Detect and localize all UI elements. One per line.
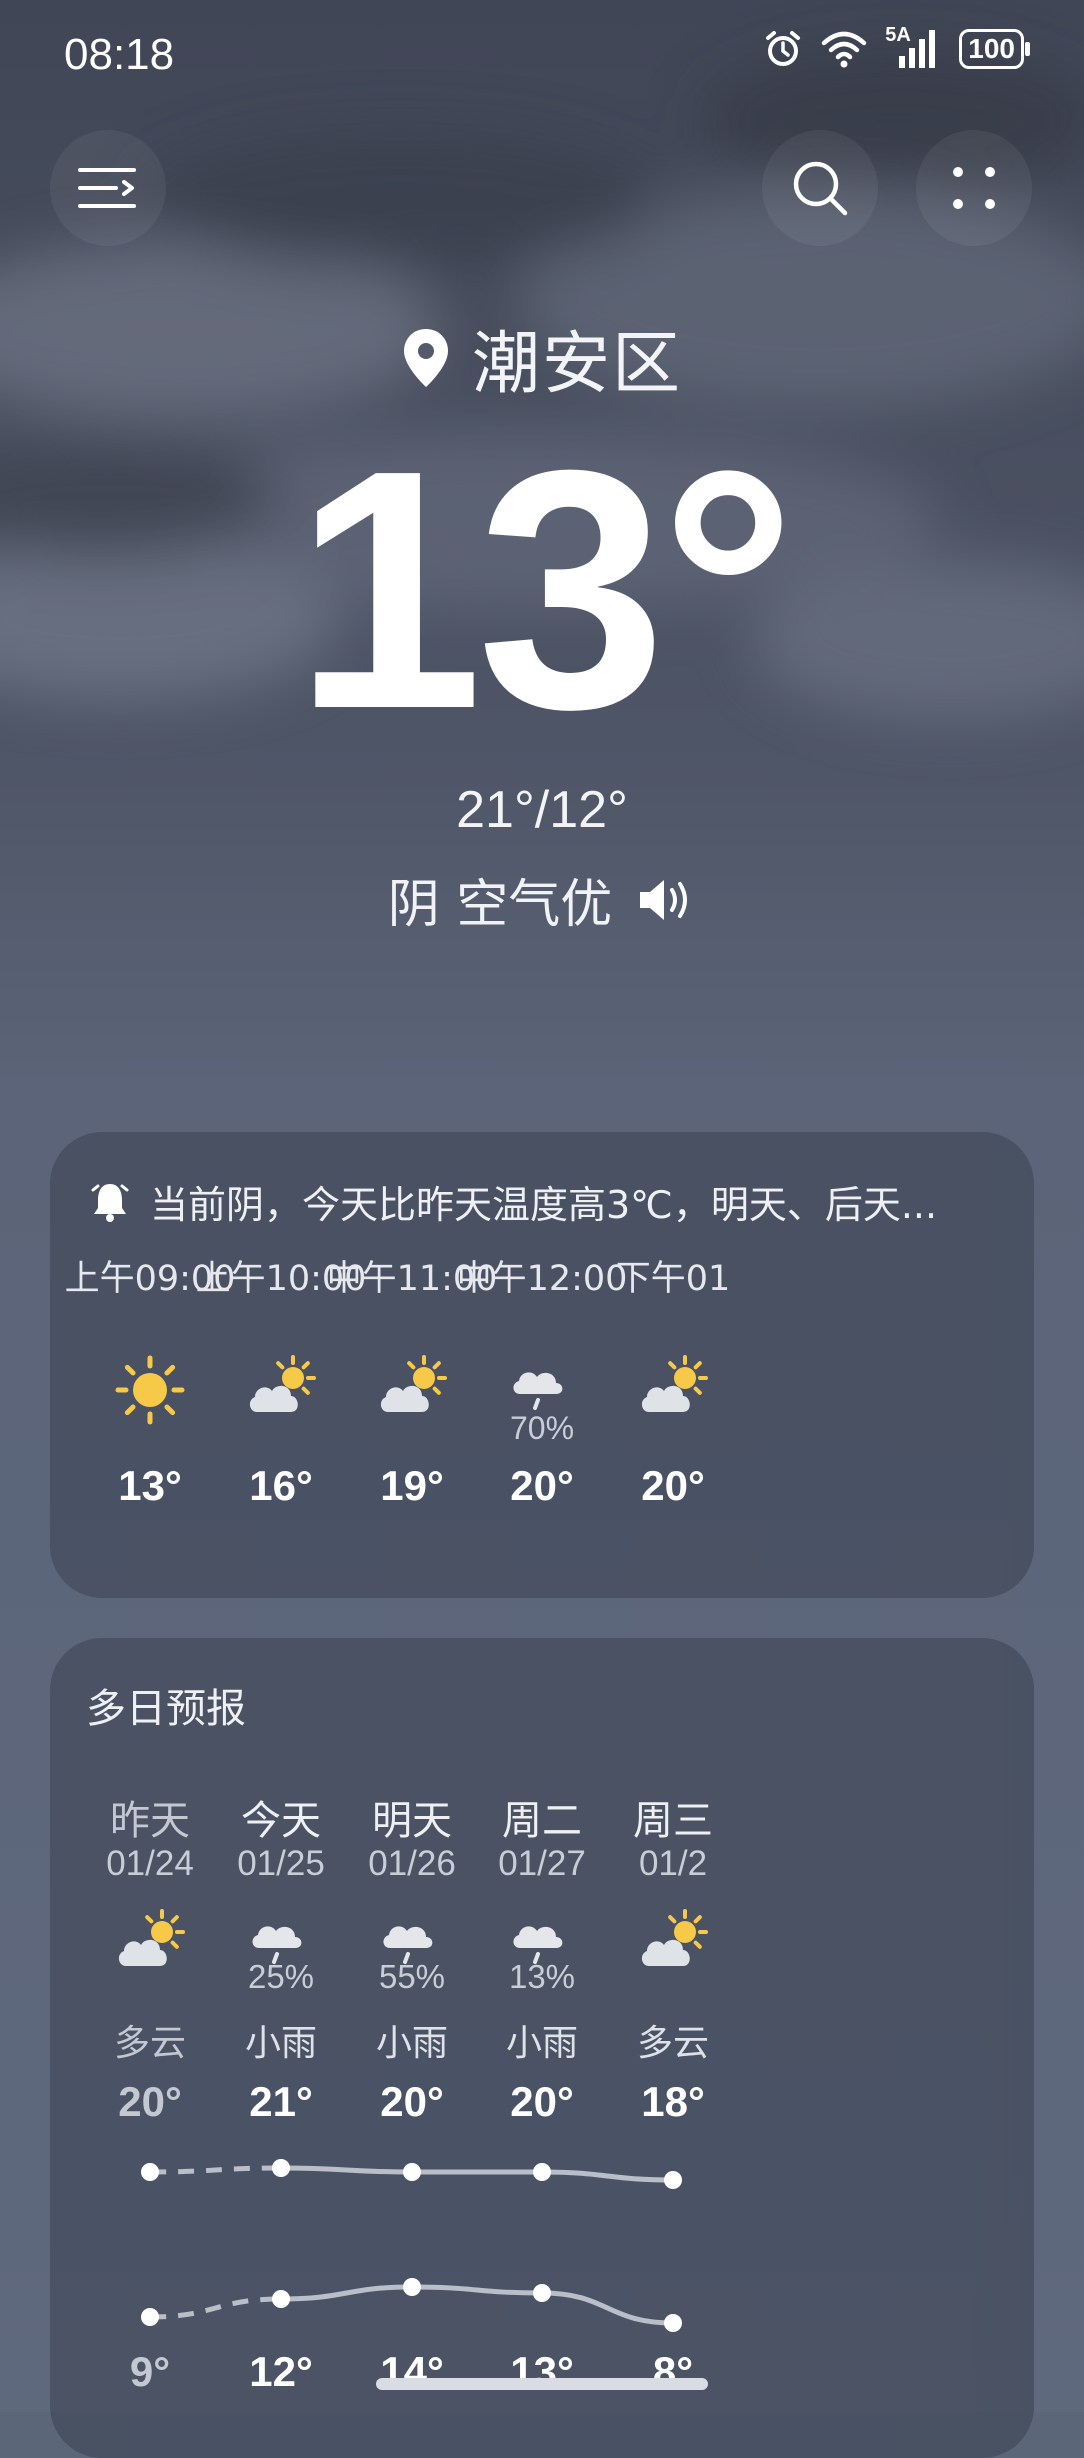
high-temp-segment: [149, 2165, 282, 2175]
condition-text: 阴 空气优: [387, 875, 613, 935]
menu-button[interactable]: [50, 130, 166, 246]
hour-time: 下午01: [615, 1259, 731, 1299]
high-temp-point: [533, 2163, 551, 2181]
low-temp-point: [403, 2278, 421, 2296]
menu-icon: [78, 168, 136, 208]
hour-precip-prob: 70%: [509, 1410, 575, 1446]
high-temp-point: [272, 2159, 290, 2177]
daily-list[interactable]: 昨天 01/24 多云 20° 9° 今天 01/25 25% 小雨 21° 12° 明天 01/26 5…: [50, 1788, 1034, 2458]
high-temp-segment: [541, 2169, 674, 2183]
partly-cloudy-icon: [641, 1355, 708, 1412]
partly-cloudy-icon: [380, 1355, 447, 1412]
search-button[interactable]: [762, 130, 878, 246]
status-bar: 08:18 5A 100: [0, 0, 1084, 110]
hour-icon-wrap: [241, 1350, 321, 1430]
current-temperature: 13°: [293, 400, 796, 780]
weather-alert[interactable]: 当前阴，今天比昨天温度高3℃，明天、后天...: [90, 1174, 1010, 1229]
four-dots-icon: [953, 167, 995, 209]
battery-indicator: 100: [959, 29, 1030, 69]
alarm-icon: [766, 31, 801, 66]
location-pin-icon: [403, 328, 448, 387]
temperature-range: 21°/12°: [456, 781, 628, 839]
low-temp-point: [533, 2284, 551, 2302]
hourly-list[interactable]: 上午09:00 13° 上午10:00 16° 中午11:00 19° 中午12:00 70%…: [50, 1250, 1034, 1590]
day-icon-wrap: [110, 1904, 190, 1984]
location-header[interactable]: 潮安区: [0, 308, 1084, 407]
day-icon-wrap: [633, 1904, 713, 1984]
low-temp-point: [141, 2308, 159, 2326]
partly-cloudy-icon: [641, 1909, 708, 1966]
low-temp-segment: [541, 2290, 674, 2326]
status-icons: 5A 100: [763, 24, 1030, 70]
day-precip-prob: 13%: [508, 1958, 576, 1995]
hour-icon-wrap: [633, 1350, 713, 1430]
temperature-trend-chart: [141, 2159, 682, 2332]
speaker-icon[interactable]: [636, 876, 696, 924]
hourly-forecast-card[interactable]: 当前阴，今天比昨天温度高3℃，明天、后天... 上午09:00 13° 上午10:0…: [50, 1132, 1034, 1598]
signal-bars-icon: [899, 30, 936, 68]
hour-icon-wrap: [110, 1350, 190, 1430]
home-indicator[interactable]: [376, 2378, 708, 2390]
cellular-signal: 5A: [885, 24, 941, 70]
search-icon: [793, 161, 848, 216]
high-temp-point: [141, 2163, 159, 2181]
alert-text: 当前阴，今天比昨天温度高3℃，明天、后天...: [150, 1183, 938, 1227]
day-date: 01/2: [638, 1844, 708, 1883]
day-high-temp: 18°: [641, 2078, 705, 2125]
high-temp-point: [664, 2171, 682, 2189]
high-temp-point: [403, 2163, 421, 2181]
high-temp-segment: [280, 2165, 413, 2175]
bell-icon: [91, 1183, 129, 1222]
hour-icon-wrap: [372, 1350, 452, 1430]
more-options-button[interactable]: [916, 130, 1032, 246]
partly-cloudy-icon: [249, 1355, 316, 1412]
partly-cloudy-icon: [118, 1909, 185, 1966]
location-name: 潮安区: [471, 325, 682, 404]
day-name: 周三: [633, 1798, 713, 1844]
wifi-icon: [822, 31, 867, 68]
low-temp-segment: [411, 2284, 543, 2296]
daily-forecast-card[interactable]: 多日预报 昨天 01/24 多云 20° 9° 今天 01/25 25% 小雨 21° 12° 明天 0…: [50, 1638, 1034, 2458]
daily-title: 多日预报: [86, 1686, 246, 1732]
sun-icon: [115, 1355, 185, 1425]
low-temp-point: [272, 2290, 290, 2308]
low-temp-segment: [280, 2284, 413, 2302]
low-temp-segment: [149, 2296, 282, 2320]
status-time: 08:18: [64, 30, 175, 79]
hour-temp: 20°: [641, 1462, 705, 1509]
day-condition: 多云: [636, 2023, 709, 2064]
current-condition-row: 阴 空气优: [0, 862, 1084, 937]
low-temp-point: [664, 2314, 682, 2332]
